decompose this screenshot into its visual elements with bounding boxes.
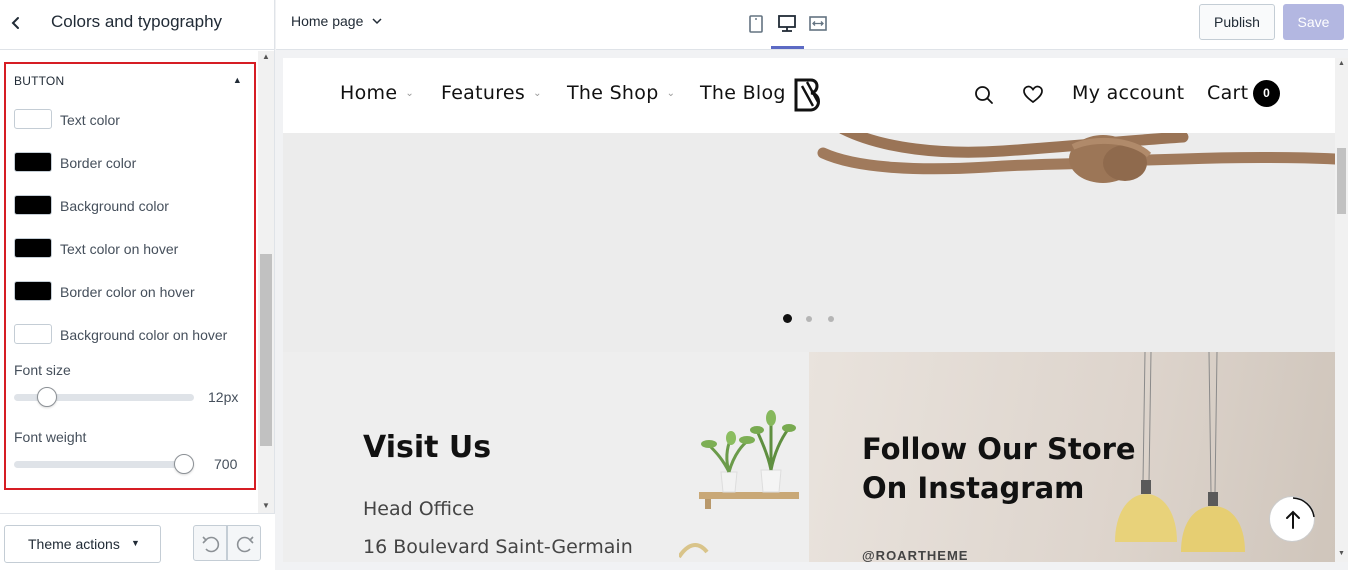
page-selector-label: Home page: [291, 13, 364, 29]
page-selector[interactable]: Home page: [291, 13, 383, 29]
font-size-slider[interactable]: [14, 385, 194, 409]
color-swatch[interactable]: [14, 152, 52, 172]
text-color-hover-setting[interactable]: Text color on hover: [14, 238, 244, 260]
scrollbar-thumb[interactable]: [260, 254, 272, 446]
color-swatch[interactable]: [14, 238, 52, 258]
color-swatch[interactable]: [14, 195, 52, 215]
color-swatch[interactable]: [14, 109, 52, 129]
desktop-view-button[interactable]: [776, 12, 798, 36]
back-to-top-button[interactable]: [1269, 496, 1315, 542]
slider-track[interactable]: [14, 461, 194, 468]
color-swatch[interactable]: [14, 324, 52, 344]
active-device-indicator: [771, 46, 804, 49]
full-width-view-button[interactable]: [807, 12, 829, 36]
brand-logo[interactable]: [791, 76, 827, 114]
editor-topbar: Home page Publish Save: [276, 0, 1348, 50]
theme-actions-label: Theme actions: [28, 536, 120, 552]
nav-item-label: The Blog: [700, 82, 786, 104]
instagram-handle[interactable]: @ROARTHEME: [862, 548, 968, 562]
cart-link[interactable]: Cart: [1207, 82, 1248, 104]
redo-icon: [236, 536, 254, 553]
office-address: 16 Boulevard Saint-Germain: [363, 536, 633, 558]
color-label: Background color on hover: [60, 327, 228, 343]
mobile-icon: [749, 15, 763, 33]
section-header[interactable]: BUTTON ▲: [14, 74, 244, 92]
sidebar-footer: Theme actions ▼: [0, 513, 275, 570]
nav-item-home[interactable]: Home ⌄: [340, 82, 414, 104]
font-weight-label: Font weight: [14, 429, 87, 445]
font-weight-value: 700: [214, 456, 238, 472]
scrollbar-thumb[interactable]: [1337, 148, 1346, 214]
full-width-icon: [809, 16, 827, 31]
chevron-down-icon: [372, 18, 382, 25]
nav-item-label: Home: [340, 82, 398, 104]
scroll-up-icon[interactable]: ▲: [262, 52, 270, 61]
theme-actions-button[interactable]: Theme actions ▼: [4, 525, 161, 563]
desktop-icon: [778, 15, 796, 32]
text-color-setting[interactable]: Text color: [14, 109, 244, 131]
nav-item-the-blog[interactable]: The Blog: [700, 82, 786, 104]
sidebar-title: Colors and typography: [51, 12, 223, 31]
scroll-up-icon[interactable]: ▲: [1338, 60, 1345, 67]
head-office-label: Head Office: [363, 498, 475, 520]
nav-item-label: Features: [441, 82, 526, 104]
color-label: Background color: [60, 198, 169, 214]
sidebar-scrollbar[interactable]: ▲ ▼: [258, 51, 274, 513]
scroll-down-icon[interactable]: ▼: [1338, 550, 1345, 557]
font-size-value: 12px: [208, 389, 239, 405]
undo-button[interactable]: [193, 525, 227, 561]
back-button[interactable]: [4, 10, 26, 36]
store-preview: Home ⌄ Features ⌄ The Shop ⌄ The Blog My ac…: [283, 58, 1335, 562]
chevron-down-icon: ⌄: [405, 88, 414, 99]
chevron-down-icon: ⌄: [666, 88, 676, 99]
my-account-link[interactable]: My account: [1072, 82, 1184, 104]
scroll-down-icon[interactable]: ▼: [262, 501, 270, 510]
slide-dot-2[interactable]: [806, 316, 812, 322]
color-label: Border color: [60, 155, 137, 171]
caret-down-icon: ▼: [131, 538, 140, 548]
visit-us-title: Visit Us: [363, 430, 492, 465]
publish-button[interactable]: Publish: [1199, 4, 1275, 40]
button-settings-section: BUTTON ▲ Text color Border color Backgro…: [4, 62, 256, 490]
redo-button[interactable]: [227, 525, 261, 561]
logo-b-icon: [794, 78, 820, 112]
nav-item-features[interactable]: Features ⌄: [441, 82, 542, 104]
pendant-lamps-image: [1115, 352, 1245, 552]
cart-count-badge: 0: [1253, 80, 1280, 107]
color-label: Text color: [60, 112, 120, 128]
slider-thumb[interactable]: [174, 454, 194, 474]
visit-us-section: Visit Us Head Office 16 Boulevard Saint-…: [283, 352, 809, 562]
color-label: Text color on hover: [60, 241, 179, 257]
background-color-hover-setting[interactable]: Background color on hover: [14, 324, 244, 346]
instagram-section: Follow Our Store On Instagram @ROARTHEME: [809, 352, 1335, 562]
nav-item-the-shop[interactable]: The Shop ⌄: [567, 82, 675, 104]
color-swatch[interactable]: [14, 281, 52, 301]
store-navigation: Home ⌄ Features ⌄ The Shop ⌄ The Blog My ac…: [283, 58, 1335, 133]
slide-dot-1[interactable]: [783, 314, 792, 323]
wishlist-heart-icon[interactable]: [1022, 84, 1044, 106]
border-color-hover-setting[interactable]: Border color on hover: [14, 281, 244, 303]
hero-slideshow: [283, 133, 1335, 353]
save-button[interactable]: Save: [1283, 4, 1344, 40]
plants-shelf-image: [679, 410, 799, 559]
slider-thumb[interactable]: [37, 387, 58, 407]
mobile-view-button[interactable]: [745, 12, 767, 36]
chevron-left-icon: [11, 17, 19, 29]
preview-scrollbar[interactable]: ▲ ▼: [1335, 58, 1348, 562]
section-heading: BUTTON: [14, 74, 65, 88]
sidebar-header: Colors and typography: [0, 0, 275, 50]
settings-sidebar: Colors and typography BUTTON ▲ Text colo…: [0, 0, 275, 570]
collapse-triangle-icon[interactable]: ▲: [233, 75, 242, 85]
undo-icon: [202, 536, 220, 553]
arrow-up-icon: [1286, 497, 1315, 529]
font-weight-slider[interactable]: [14, 452, 194, 476]
font-size-label: Font size: [14, 362, 71, 378]
chevron-down-icon: ⌄: [533, 88, 542, 99]
slide-dot-3[interactable]: [828, 316, 834, 322]
nav-item-label: The Shop: [567, 82, 659, 104]
search-icon[interactable]: [973, 84, 995, 106]
color-label: Border color on hover: [60, 284, 195, 300]
border-color-setting[interactable]: Border color: [14, 152, 244, 174]
background-color-setting[interactable]: Background color: [14, 195, 244, 217]
